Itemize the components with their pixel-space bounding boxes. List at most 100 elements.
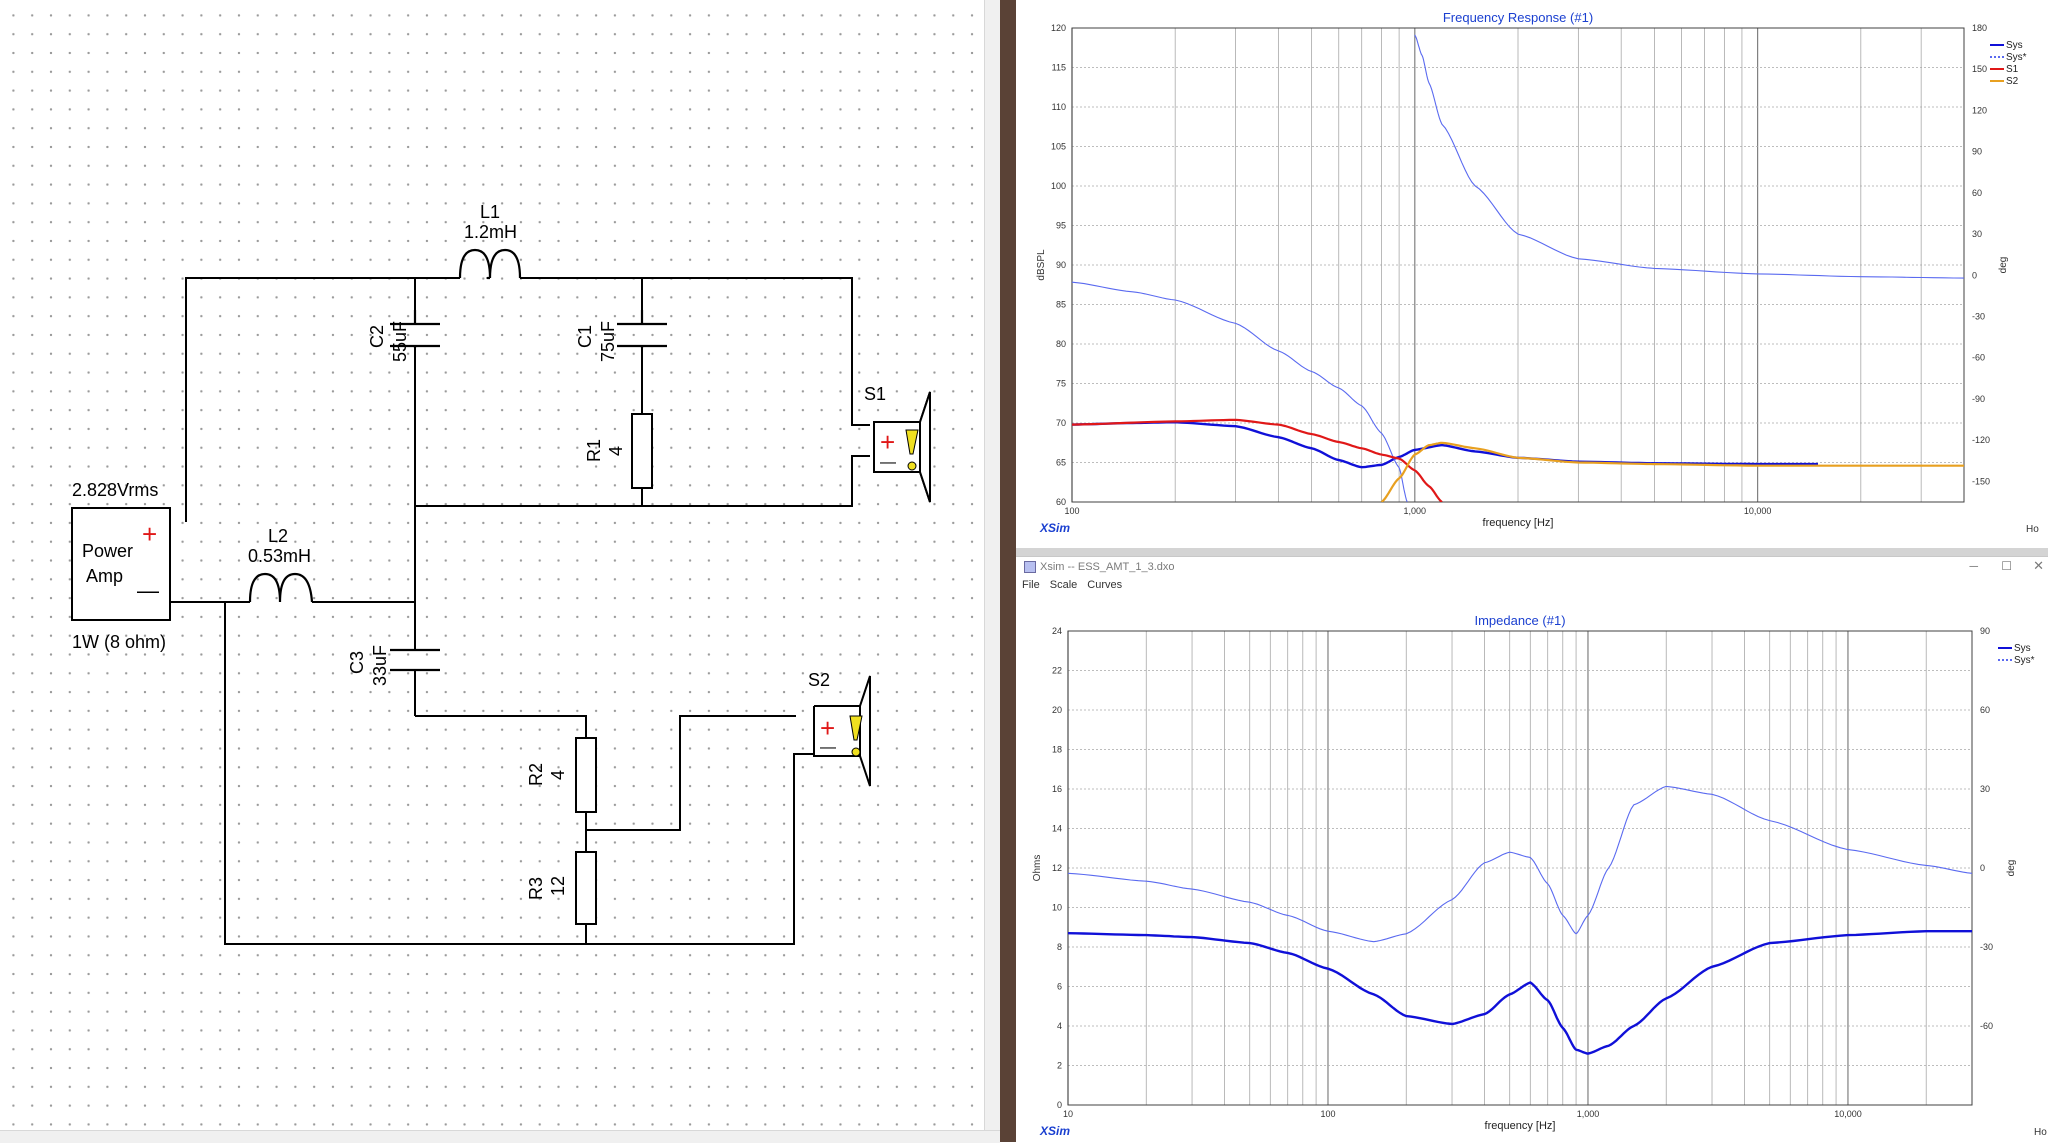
chart-title: Frequency Response (#1) <box>1443 10 1593 25</box>
x-tick-label: 1,000 <box>1404 506 1427 516</box>
y2-tick-label: 180 <box>1972 23 1987 33</box>
x-tick-label: 10 <box>1063 1109 1073 1119</box>
y-tick-label: 14 <box>1052 824 1062 834</box>
y-tick-label: 115 <box>1052 63 1066 73</box>
impedance-window[interactable]: Xsim -- ESS_AMT_1_3.dxo ─ ☐ ✕ File Scale C… <box>1016 556 2048 1143</box>
y2-tick-label: -30 <box>1972 312 1985 322</box>
S1-speaker-symbol[interactable] <box>870 391 931 503</box>
y-tick-label: 0 <box>1057 1100 1062 1110</box>
legend-label: Sys* <box>2014 655 2035 666</box>
y-tick-label: 10 <box>1052 903 1062 913</box>
series-line-sys <box>1072 420 1818 469</box>
s1-plus-sign: + <box>880 427 895 457</box>
y2-tick-label: -30 <box>1980 942 1993 952</box>
y2-tick-label: 60 <box>1972 188 1982 198</box>
y-tick-label: 80 <box>1056 339 1066 349</box>
x-axis-label: frequency [Hz] <box>1485 1120 1556 1132</box>
x-tick-label: 100 <box>1320 1109 1335 1119</box>
s1-minus-sign: — <box>880 454 896 471</box>
speaker-overlay: + — + — + — 2.828Vrms Power Amp 1W (8 oh… <box>72 202 931 900</box>
y-tick-label: 6 <box>1057 982 1062 992</box>
source-voltage-label: 2.828Vrms <box>72 480 158 500</box>
y-tick-label: 8 <box>1057 942 1062 952</box>
S2-name: S2 <box>808 670 830 690</box>
x-tick-label: 10,000 <box>1744 506 1772 516</box>
C1-name: C1 <box>575 325 595 348</box>
app-icon <box>1024 561 1036 573</box>
y-tick-label: 90 <box>1056 260 1066 270</box>
legend-label: S2 <box>2006 76 2019 87</box>
minimize-icon[interactable]: ─ <box>1969 559 1978 573</box>
y-tick-label: 4 <box>1057 1021 1062 1031</box>
y2-axis-label: deg <box>1998 257 2009 274</box>
amp-label-amp: Amp <box>86 566 123 586</box>
L2-value: 0.53mH <box>248 546 311 566</box>
xsim-brand: XSim <box>1039 1124 1070 1138</box>
y-tick-label: 12 <box>1052 863 1062 873</box>
y-tick-label: 16 <box>1052 784 1062 794</box>
maximize-icon[interactable]: ☐ <box>2001 559 2012 573</box>
y2-tick-label: -150 <box>1972 476 1990 486</box>
y-tick-label: 18 <box>1052 745 1062 755</box>
R3-value: 12 <box>548 876 568 896</box>
menu-curves[interactable]: Curves <box>1087 579 1122 591</box>
close-icon[interactable]: ✕ <box>2033 558 2044 574</box>
legend-label: Sys* <box>2006 52 2027 63</box>
schematic-canvas[interactable]: + — + — + — 2.828Vrms Power Amp 1W (8 oh… <box>0 0 985 1142</box>
L1-value: 1.2mH <box>464 222 517 242</box>
legend-label: Sys <box>2014 643 2031 654</box>
schematic-horizontal-scrollbar[interactable] <box>0 1130 1000 1143</box>
y2-tick-label: 30 <box>1972 229 1982 239</box>
y-tick-label: 75 <box>1056 379 1066 389</box>
y2-tick-label: -120 <box>1972 435 1990 445</box>
y-tick-label: 120 <box>1051 23 1066 33</box>
y-axis-label: Ohms <box>1032 855 1043 882</box>
schematic-vertical-scrollbar[interactable] <box>984 0 1001 1130</box>
y-axis-label: dBSPL <box>1036 249 1047 281</box>
C3-name: C3 <box>347 651 367 674</box>
menu-file[interactable]: File <box>1022 579 1040 591</box>
impedance-titlebar[interactable]: Xsim -- ESS_AMT_1_3.dxo ─ ☐ ✕ <box>1016 557 2048 579</box>
y2-tick-label: 120 <box>1972 105 1987 115</box>
R1-value: 4 <box>606 446 626 456</box>
R3-name: R3 <box>526 877 546 900</box>
y-tick-label: 110 <box>1052 102 1066 112</box>
R2-value: 4 <box>548 770 568 780</box>
s1-warning-dot <box>907 461 917 471</box>
frequency-response-chart: 120 115 110 105 100 95 90 85 80 75 70 65 60 180 150 120… <box>1036 10 2039 535</box>
amp-label-power: Power <box>82 541 133 561</box>
y-tick-label: 20 <box>1052 705 1062 715</box>
y2-tick-label: 0 <box>1980 863 1985 873</box>
y-tick-label: 105 <box>1051 142 1066 152</box>
y-tick-label: 65 <box>1056 458 1066 468</box>
y-tick-label: 24 <box>1052 626 1062 636</box>
corner-label: Ho <box>2026 524 2039 535</box>
C2-value: 55uF <box>390 321 410 362</box>
y-tick-label: 95 <box>1056 221 1066 231</box>
x-tick-label: 100 <box>1064 506 1079 516</box>
menu-scale[interactable]: Scale <box>1050 579 1078 591</box>
R2-name: R2 <box>526 763 546 786</box>
y2-tick-label: -60 <box>1972 353 1985 363</box>
legend-label: S1 <box>2006 64 2019 75</box>
y-tick-label: 70 <box>1056 418 1066 428</box>
x-tick-label: 10,000 <box>1834 1109 1862 1119</box>
amp-minus-sign: — <box>137 578 159 603</box>
chart-title: Impedance (#1) <box>1474 613 1565 628</box>
impedance-chart: 2422201816141210864209060300-30-6010 100 1… <box>1032 613 2047 1138</box>
window-title: Xsim -- ESS_AMT_1_3.dxo <box>1040 561 1175 573</box>
frequency-response-window[interactable]: 120 115 110 105 100 95 90 85 80 75 70 65 60 180 150 120… <box>1016 0 2048 548</box>
legend-label: Sys <box>2006 40 2023 51</box>
amp-rating-label: 1W (8 ohm) <box>72 632 166 652</box>
window-separator <box>1016 548 2048 556</box>
C2-name: C2 <box>367 325 387 348</box>
y2-axis-label: deg <box>2006 860 2017 877</box>
s2-minus-sign: — <box>820 739 836 756</box>
impedance-menubar: File Scale Curves <box>1016 579 2048 597</box>
y2-tick-label: 0 <box>1972 270 1977 280</box>
y2-tick-label: 150 <box>1972 64 1987 74</box>
C3-value: 33uF <box>370 645 390 686</box>
y2-tick-label: 30 <box>1980 784 1990 794</box>
y2-tick-label: -90 <box>1972 394 1985 404</box>
y-tick-label: 22 <box>1052 666 1062 676</box>
